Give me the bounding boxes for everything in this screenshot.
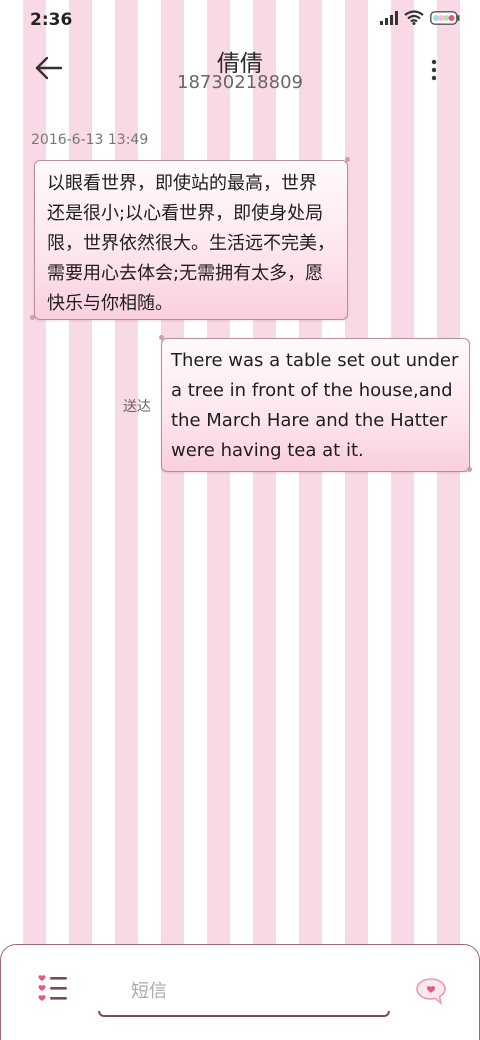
message-line: 以眼看世界，即使站的最高，世界 [47, 173, 317, 194]
status-bar: 2:36 [0, 0, 480, 40]
message-line: 需要用心去体会;无需拥有太多，愿 [47, 263, 324, 284]
bubble-corner-decoration [159, 335, 164, 340]
sms-input[interactable] [101, 973, 387, 1009]
sent-message-bubble[interactable]: There was a table set out under a tree i… [161, 338, 470, 472]
contact-number: 18730218809 [177, 72, 303, 93]
message-timestamp: 2016-6-13 13:49 [31, 132, 149, 148]
message-line: There was a table set out under [171, 350, 459, 371]
received-message-bubble[interactable]: 以眼看世界，即使站的最高，世界 还是很小;以心看世界，即使身处局 限，世界依然很… [34, 160, 348, 320]
message-line: the March Hare and the Hatter [171, 410, 448, 431]
message-line: were having tea at it. [171, 440, 364, 461]
message-line: a tree in front of the house,and [171, 380, 453, 401]
wifi-icon [404, 10, 424, 25]
heart-bubble-send-icon [416, 978, 446, 1006]
attachments-button[interactable] [37, 973, 69, 1003]
message-composer [0, 944, 480, 1040]
more-options-button[interactable] [428, 58, 440, 82]
signal-icon [380, 10, 398, 25]
bubble-corner-decoration [467, 467, 472, 472]
message-line: 快乐与你相随。 [47, 293, 173, 314]
conversation-header: 倩倩 18730218809 [0, 40, 480, 100]
input-underline [98, 1011, 390, 1017]
bubble-corner-decoration [345, 157, 350, 162]
delivery-status: 送达 [123, 399, 151, 415]
message-line: 还是很小;以心看世界，即使身处局 [47, 203, 324, 224]
heart-list-icon [38, 975, 67, 1001]
more-vertical-icon [431, 59, 437, 81]
status-time: 2:36 [30, 10, 73, 30]
bubble-corner-decoration [30, 315, 35, 320]
send-button[interactable] [415, 977, 447, 1006]
battery-icon [430, 10, 460, 25]
status-icons [380, 10, 460, 25]
message-line: 限，世界依然很大。生活远不完美， [47, 233, 335, 254]
